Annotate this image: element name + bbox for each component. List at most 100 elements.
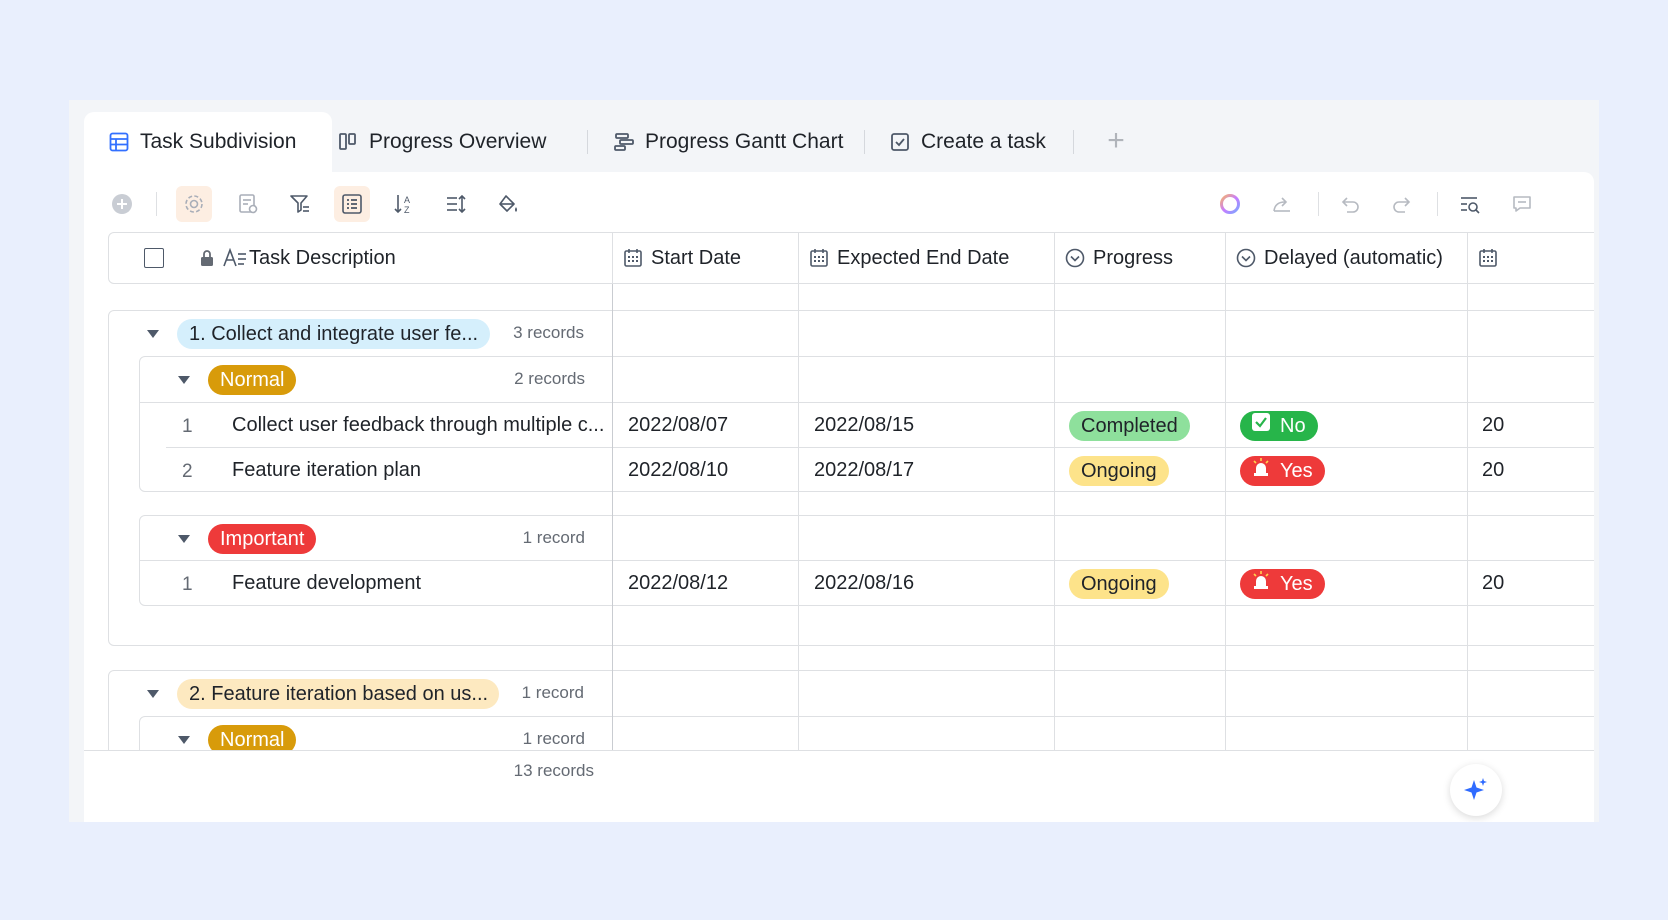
end-date-cell[interactable]: 2022/08/16 xyxy=(814,572,914,595)
delayed-value: Yes xyxy=(1280,573,1313,595)
subgroup-count: 1 record xyxy=(522,729,585,748)
calendar-icon xyxy=(623,248,643,268)
fill-color-button[interactable] xyxy=(490,186,526,222)
grid-table-icon xyxy=(108,131,130,153)
start-date-cell[interactable]: 2022/08/12 xyxy=(628,572,728,595)
extra-date-cell[interactable]: 20 xyxy=(1482,414,1504,437)
data-grid: Task Description Start Date Expected End… xyxy=(108,232,1594,780)
delayed-tag[interactable]: Yes xyxy=(1240,456,1325,486)
group-2-header-row[interactable]: 2. Feature iteration based on us... 1 re… xyxy=(109,671,1594,717)
group-button[interactable] xyxy=(334,186,370,222)
delayed-tag[interactable]: Yes xyxy=(1240,569,1325,599)
column-extra-date[interactable] xyxy=(1468,233,1594,283)
share-button[interactable] xyxy=(1264,186,1300,222)
column-start-date[interactable]: Start Date xyxy=(613,233,799,283)
add-view-button[interactable]: + xyxy=(1101,126,1131,157)
subgroup-important-header-row[interactable]: Important 1 record xyxy=(140,516,1594,562)
column-label: Expected End Date xyxy=(837,246,1010,269)
tab-progress-gantt-chart[interactable]: Progress Gantt Chart xyxy=(613,112,843,172)
add-record-button[interactable] xyxy=(104,186,140,222)
normal-priority-pill: Normal xyxy=(208,365,297,395)
task-cell[interactable]: Collect user feedback through multiple c… xyxy=(232,414,612,437)
table-panel: AZ Task Description Start Date Expected … xyxy=(84,172,1594,822)
column-divider xyxy=(1467,284,1468,780)
end-date-cell[interactable]: 2022/08/15 xyxy=(814,414,914,437)
start-date-cell[interactable]: 2022/08/10 xyxy=(628,459,728,482)
row-height-button[interactable] xyxy=(438,186,474,222)
group-list-icon xyxy=(342,194,362,214)
column-label: Start Date xyxy=(651,246,742,269)
tab-label: Progress Overview xyxy=(369,130,547,153)
table-row[interactable]: 1 Feature development 2022/08/12 2022/08… xyxy=(140,561,1594,607)
tab-progress-overview[interactable]: Progress Overview xyxy=(337,112,546,172)
tab-label: Create a task xyxy=(921,130,1046,153)
delayed-tag[interactable]: No xyxy=(1240,411,1318,441)
sort-button[interactable]: AZ xyxy=(386,186,422,222)
column-divider xyxy=(1225,284,1226,780)
subgroup-important: Important 1 record 1 Feature development… xyxy=(139,515,1594,606)
search-button[interactable] xyxy=(1452,186,1488,222)
single-select-icon xyxy=(1236,248,1256,268)
ai-sparkle-button[interactable] xyxy=(1450,764,1502,816)
collapse-caret-icon[interactable] xyxy=(178,376,190,384)
grid-footer: 13 records xyxy=(84,750,1594,822)
collapse-caret-icon[interactable] xyxy=(147,330,159,338)
calendar-icon xyxy=(1478,248,1498,268)
select-all-checkbox[interactable] xyxy=(144,248,164,268)
task-cell[interactable]: Feature iteration plan xyxy=(232,459,612,482)
row-number: 1 xyxy=(182,574,193,595)
single-select-icon xyxy=(1065,248,1085,268)
filter-button[interactable] xyxy=(282,186,318,222)
column-progress[interactable]: Progress xyxy=(1055,233,1226,283)
undo-button[interactable] xyxy=(1332,186,1368,222)
progress-tag[interactable]: Completed xyxy=(1069,411,1190,441)
group-1-header-row[interactable]: 1. Collect and integrate user fe... 3 re… xyxy=(109,311,1594,357)
gear-icon xyxy=(185,195,203,213)
lock-icon xyxy=(199,249,215,267)
extra-date-cell[interactable]: 20 xyxy=(1482,459,1504,482)
toolbar-divider xyxy=(1437,192,1438,216)
column-label: Delayed (automatic) xyxy=(1264,246,1443,269)
alarm-siren-icon xyxy=(1252,568,1270,598)
ai-assistant-button[interactable] xyxy=(1212,186,1248,222)
task-cell[interactable]: Feature development xyxy=(232,572,612,595)
subgroup-count: 1 record xyxy=(522,528,585,547)
tab-divider xyxy=(864,130,865,154)
start-date-cell[interactable]: 2022/08/07 xyxy=(628,414,728,437)
collapse-caret-icon[interactable] xyxy=(147,690,159,698)
column-label: Task Description xyxy=(249,246,396,269)
column-label: Progress xyxy=(1093,246,1174,269)
progress-tag[interactable]: Ongoing xyxy=(1069,456,1169,486)
progress-tag[interactable]: Ongoing xyxy=(1069,569,1169,599)
delayed-value: Yes xyxy=(1280,460,1313,482)
settings-button[interactable] xyxy=(176,186,212,222)
redo-button[interactable] xyxy=(1384,186,1420,222)
comment-button[interactable] xyxy=(1504,186,1540,222)
total-record-count: 13 records xyxy=(513,761,594,780)
svg-text:A: A xyxy=(404,195,410,205)
search-list-icon xyxy=(1461,197,1480,214)
collapse-caret-icon[interactable] xyxy=(178,535,190,543)
toolbar-divider xyxy=(156,192,157,216)
column-expected-end-date[interactable]: Expected End Date xyxy=(799,233,1055,283)
column-divider xyxy=(798,284,799,780)
tab-create-a-task[interactable]: Create a task xyxy=(889,112,1046,172)
subgroup-count: 2 records xyxy=(514,369,585,388)
subgroup-normal-header-row[interactable]: Normal 2 records xyxy=(140,357,1594,403)
end-date-cell[interactable]: 2022/08/17 xyxy=(814,459,914,482)
field-config-button[interactable] xyxy=(230,186,266,222)
column-task-description[interactable]: Task Description xyxy=(199,233,613,283)
select-all-checkbox-cell xyxy=(109,233,199,283)
collapse-caret-icon[interactable] xyxy=(178,736,190,744)
column-delayed-automatic[interactable]: Delayed (automatic) xyxy=(1226,233,1468,283)
calendar-icon xyxy=(809,248,829,268)
gantt-icon xyxy=(613,131,635,153)
tab-task-subdivision[interactable]: Task Subdivision xyxy=(84,112,332,172)
grid-header: Task Description Start Date Expected End… xyxy=(108,232,1594,284)
table-row[interactable]: 1 Collect user feedback through multiple… xyxy=(140,403,1594,449)
table-row[interactable]: 2 Feature iteration plan 2022/08/10 2022… xyxy=(140,448,1594,494)
delayed-value: No xyxy=(1280,415,1306,437)
comment-icon xyxy=(1513,196,1531,212)
ai-ring-icon xyxy=(1220,194,1240,214)
extra-date-cell[interactable]: 20 xyxy=(1482,572,1504,595)
